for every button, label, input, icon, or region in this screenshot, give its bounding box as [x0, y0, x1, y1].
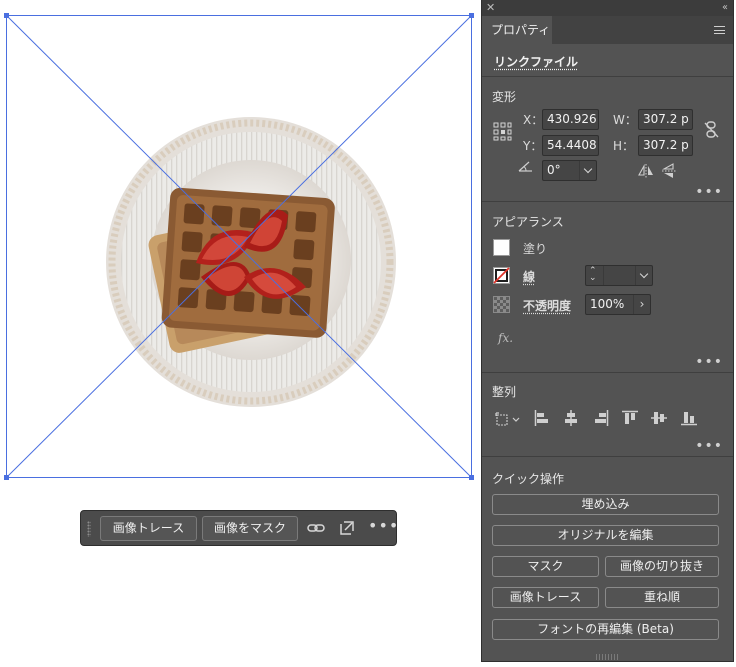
flip-horizontal-icon[interactable]	[638, 163, 654, 181]
reference-point-icon[interactable]	[493, 122, 512, 144]
tab-properties[interactable]: プロパティ	[482, 16, 552, 44]
stroke-swatch[interactable]	[493, 267, 510, 284]
handle-top-right[interactable]	[469, 13, 474, 18]
fill-swatch[interactable]	[493, 239, 510, 256]
reedit-fonts-button[interactable]: フォントの再編集 (Beta)	[492, 619, 719, 640]
more-icon[interactable]: •••	[368, 518, 398, 539]
image-trace-panel-button[interactable]: 画像トレース	[492, 587, 599, 608]
align-vertical-center-icon[interactable]	[651, 410, 667, 429]
chevron-down-icon[interactable]	[635, 266, 652, 285]
stroke-label[interactable]: 線	[523, 268, 535, 285]
panel-titlebar: ✕ ‹‹	[482, 0, 733, 16]
divider	[482, 201, 733, 202]
taskbar-grip-handle[interactable]	[87, 521, 91, 537]
embed-button[interactable]: 埋め込み	[492, 494, 719, 515]
width-field[interactable]: 307.2 p	[638, 109, 693, 130]
close-icon[interactable]: ✕	[486, 0, 495, 16]
rotate-angle-icon	[518, 160, 534, 175]
handle-bottom-left[interactable]	[4, 475, 9, 480]
mask-button[interactable]: マスク	[492, 556, 599, 577]
illustrator-workspace: 画像トレース 画像をマスク ••• ✕ ‹‹ プロパティ リンクファイル 変形	[0, 0, 736, 667]
rotate-angle-value: 0°	[547, 163, 561, 177]
opacity-field[interactable]: 100% ›	[585, 294, 651, 315]
flip-vertical-icon[interactable]	[661, 163, 676, 182]
transform-section-title: 変形	[492, 90, 517, 104]
align-horizontal-center-icon[interactable]	[563, 410, 579, 429]
chevron-down-icon[interactable]	[579, 161, 596, 180]
place-icon[interactable]	[338, 519, 358, 539]
collapse-icon[interactable]: ‹‹	[722, 0, 728, 15]
arrange-button[interactable]: 重ね順	[605, 587, 719, 608]
fill-label: 塗り	[523, 242, 548, 256]
align-section-title: 整列	[492, 385, 517, 399]
constrain-proportions-icon[interactable]	[704, 121, 720, 142]
align-bottom-icon[interactable]	[681, 410, 697, 429]
y-label: Y：	[523, 139, 543, 153]
appearance-more-icon[interactable]: •••	[695, 355, 723, 369]
handle-top-left[interactable]	[4, 13, 9, 18]
align-left-icon[interactable]	[534, 410, 550, 429]
align-top-icon[interactable]	[622, 410, 638, 429]
opacity-label[interactable]: 不透明度	[523, 297, 571, 314]
stroke-weight-field[interactable]: ⌃ ⌄	[585, 265, 653, 286]
x-field[interactable]: 430.926	[542, 109, 599, 130]
opacity-value: 100%	[590, 297, 625, 311]
opacity-icon	[493, 296, 510, 313]
fx-icon[interactable]: fx.	[498, 331, 513, 345]
divider	[482, 76, 733, 77]
stepper-icon[interactable]: ⌃ ⌄	[589, 267, 597, 283]
quick-actions-section-title: クイック操作	[492, 472, 565, 486]
align-more-icon[interactable]: •••	[695, 439, 723, 453]
crop-image-button[interactable]: 画像の切り抜き	[605, 556, 719, 577]
align-right-icon[interactable]	[593, 410, 609, 429]
divider	[482, 456, 733, 457]
y-field[interactable]: 54.4408	[542, 135, 599, 156]
w-label: W：	[613, 113, 637, 127]
align-to-selection-icon[interactable]	[495, 411, 521, 430]
link-icon[interactable]	[307, 519, 327, 539]
placed-image[interactable]	[6, 15, 472, 478]
divider	[482, 372, 733, 373]
panel-tabbar: プロパティ	[482, 16, 733, 44]
height-field[interactable]: 307.2 p	[638, 135, 693, 156]
linked-file-link[interactable]: リンクファイル	[494, 53, 578, 70]
panel-resize-grip[interactable]	[596, 654, 620, 660]
edit-original-button[interactable]: オリジナルを編集	[492, 525, 719, 546]
mask-image-button[interactable]: 画像をマスク	[202, 516, 298, 541]
placed-image-selection[interactable]	[4, 13, 474, 480]
panel-menu-icon[interactable]	[714, 26, 725, 34]
appearance-section-title: アピアランス	[492, 215, 564, 229]
chevron-right-icon[interactable]: ›	[633, 295, 650, 314]
properties-panel: ✕ ‹‹ プロパティ リンクファイル 変形 X： 430.926 W： 307.…	[481, 0, 734, 662]
image-trace-button[interactable]: 画像トレース	[100, 516, 197, 541]
contextual-task-bar: 画像トレース 画像をマスク •••	[80, 510, 398, 546]
handle-bottom-right[interactable]	[469, 475, 474, 480]
transform-more-icon[interactable]: •••	[695, 185, 723, 199]
rotate-angle-field[interactable]: 0°	[542, 160, 597, 181]
x-label: X：	[523, 113, 544, 127]
h-label: H：	[613, 139, 635, 153]
